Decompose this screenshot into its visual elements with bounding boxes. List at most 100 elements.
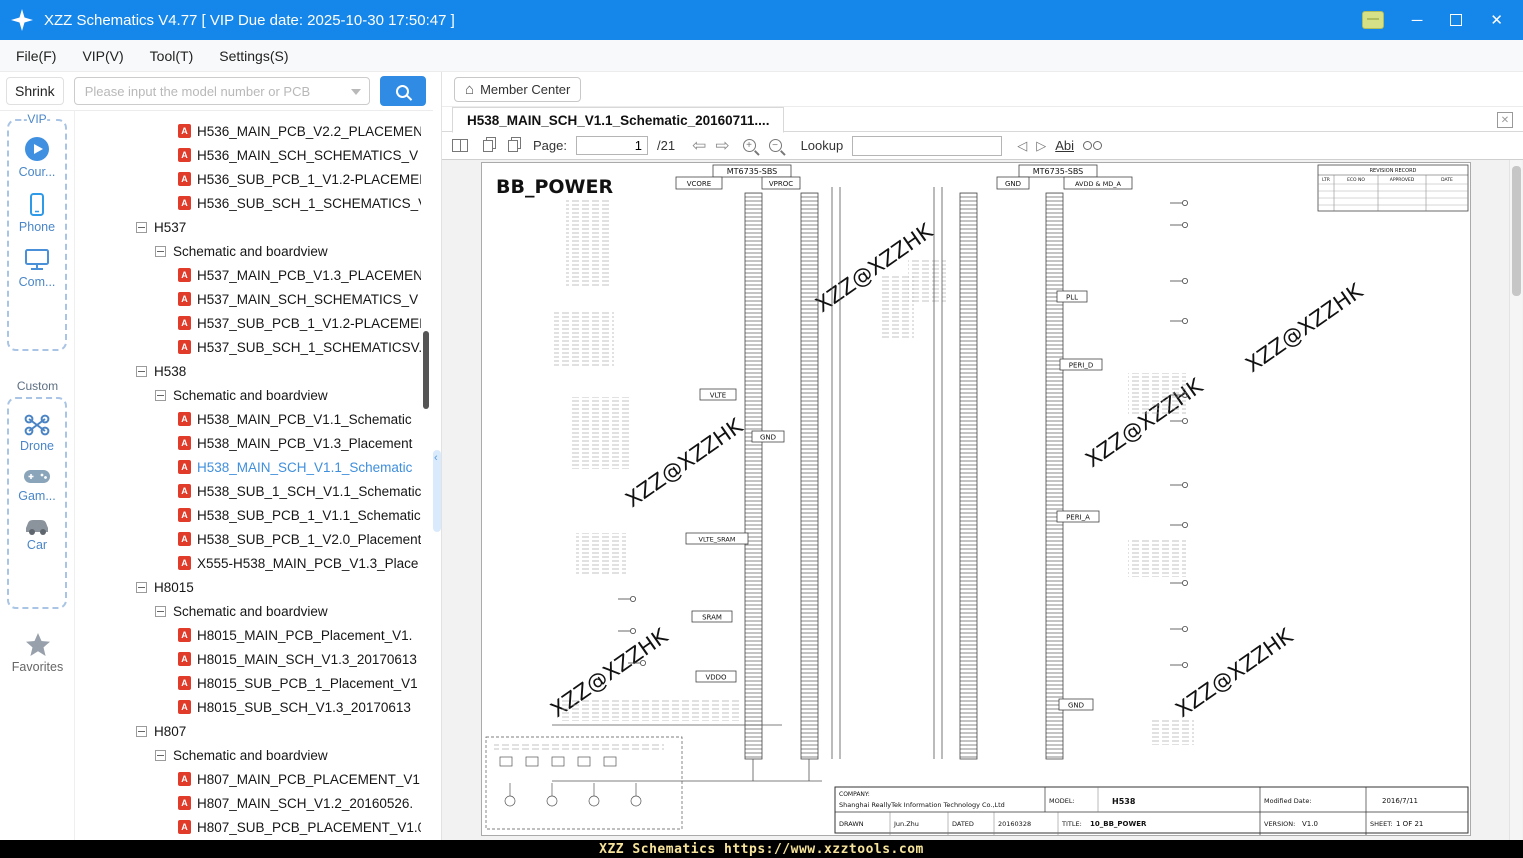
menubar: File(F) VIP(V) Tool(T) Settings(S) — [0, 40, 1523, 72]
prev-page-button[interactable]: ⇦ — [692, 137, 706, 154]
tree-item-folder[interactable]: Schematic and boardview — [75, 383, 421, 407]
tree-item-folder[interactable]: H807 — [75, 719, 421, 743]
minimize-button[interactable]: ─ — [1412, 13, 1423, 28]
match-case-toggle[interactable]: Abi — [1055, 138, 1074, 153]
member-center-button[interactable]: ⌂ Member Center — [454, 77, 581, 102]
sidebar-item-game[interactable]: Gam... — [18, 466, 56, 503]
close-document-button[interactable]: ✕ — [1497, 112, 1513, 128]
document-tab[interactable]: H538_MAIN_SCH_V1.1_Schematic_20160711...… — [452, 107, 784, 133]
lookup-input[interactable] — [852, 136, 1002, 156]
sidebar-item-course[interactable]: Cour... — [19, 135, 56, 179]
sidebar-item-phone[interactable]: Phone — [19, 192, 55, 234]
tree-item-pdf[interactable]: AH536_MAIN_SCH_SCHEMATICS_V — [75, 143, 421, 167]
statusbar-text: XZZ Schematics https://www.xzztools.com — [599, 842, 924, 857]
collapse-minus-icon[interactable] — [155, 390, 166, 401]
pdf-canvas-area[interactable]: BB_POWER XZZ@XZZHK XZZ@XZZHK XZZ@XZZHK X… — [442, 160, 1523, 840]
window-controls: ─ ✕ — [1362, 11, 1523, 29]
collapse-minus-icon[interactable] — [136, 726, 147, 737]
tree-scrollbar-thumb[interactable] — [423, 331, 429, 409]
search-icon — [396, 85, 409, 98]
viewer-scrollbar-thumb[interactable] — [1512, 166, 1521, 296]
chevron-down-icon[interactable] — [351, 89, 361, 95]
sidebar-item-car[interactable]: Car — [22, 516, 52, 552]
chevron-left-icon: ‹ — [434, 452, 438, 464]
new-document-icon[interactable] — [483, 140, 493, 152]
tree-item-pdf[interactable]: AH807_MAIN_PCB_PLACEMENT_V1 — [75, 767, 421, 791]
tree-item-pdf[interactable]: AH536_SUB_SCH_1_SCHEMATICS_V — [75, 191, 421, 215]
file-tree: AH536_MAIN_PCB_V2.2_PLACEMENAH536_MAIN_S… — [75, 119, 421, 839]
tree-item-pdf[interactable]: AH536_MAIN_PCB_V2.2_PLACEMEN — [75, 119, 421, 143]
tree-item-label: H8015_MAIN_SCH_V1.3_20170613 — [197, 652, 417, 667]
find-next-button[interactable]: ▷ — [1036, 138, 1046, 154]
tree-item-pdf[interactable]: AH538_SUB_PCB_1_V1.1_Schematic — [75, 503, 421, 527]
page-total-label: /21 — [657, 138, 675, 153]
tree-item-pdf[interactable]: AH536_SUB_PCB_1_V1.2-PLACEMEI — [75, 167, 421, 191]
menu-vip[interactable]: VIP(V) — [82, 48, 123, 64]
schematic-page[interactable]: BB_POWER XZZ@XZZHK XZZ@XZZHK XZZ@XZZHK X… — [482, 163, 1470, 835]
tree-item-pdf[interactable]: AH8015_MAIN_SCH_V1.3_20170613 — [75, 647, 421, 671]
tree-item-pdf[interactable]: AH537_MAIN_SCH_SCHEMATICS_V — [75, 287, 421, 311]
menu-settings[interactable]: Settings(S) — [219, 48, 288, 64]
tree-item-pdf[interactable]: AH537_MAIN_PCB_V1.3_PLACEMEN — [75, 263, 421, 287]
tree-item-pdf[interactable]: AH538_MAIN_PCB_V1.3_Placement — [75, 431, 421, 455]
tree-item-pdf[interactable]: AH8015_SUB_PCB_1_Placement_V1 — [75, 671, 421, 695]
search-button[interactable] — [380, 76, 426, 106]
copy-document-icon[interactable] — [508, 140, 518, 152]
collapse-minus-icon[interactable] — [155, 606, 166, 617]
tree-item-pdf[interactable]: AH807_MAIN_SCH_V1.2_20160526. — [75, 791, 421, 815]
pin-ladder — [745, 193, 762, 759]
collapse-minus-icon[interactable] — [155, 246, 166, 257]
menu-file[interactable]: File(F) — [16, 48, 56, 64]
vip-status-icon[interactable] — [1362, 11, 1384, 29]
watermark: XZZ@XZZHK — [1241, 278, 1368, 377]
sidebar-item-drone[interactable]: Drone — [20, 413, 54, 453]
next-page-button[interactable]: ⇨ — [715, 137, 729, 154]
tree-item-pdf[interactable]: AH538_MAIN_SCH_V1.1_Schematic — [75, 455, 421, 479]
tree-item-pdf[interactable]: AH538_MAIN_PCB_V1.1_Schematic — [75, 407, 421, 431]
sidebar-item-label: Car — [27, 538, 47, 552]
tree-item-label: H8015 — [154, 580, 194, 595]
shrink-button[interactable]: Shrink — [6, 77, 64, 105]
menu-tool[interactable]: Tool(T) — [150, 48, 194, 64]
collapse-minus-icon[interactable] — [136, 366, 147, 377]
page-number-input[interactable] — [576, 136, 648, 155]
home-icon: ⌂ — [465, 82, 474, 97]
maximize-button[interactable] — [1450, 14, 1462, 26]
search-input[interactable] — [74, 77, 370, 105]
sidebar-item-favorites[interactable]: Favorites — [0, 631, 75, 674]
tree-item-pdf[interactable]: AH8015_MAIN_PCB_Placement_V1. — [75, 623, 421, 647]
sidebar-item-label: Com... — [19, 275, 56, 289]
tree-item-pdf[interactable]: AX555-H538_MAIN_PCB_V1.3_Place — [75, 551, 421, 575]
find-prev-button[interactable]: ◁ — [1017, 138, 1027, 154]
tree-item-pdf[interactable]: AH537_SUB_PCB_1_V1.2-PLACEMEI — [75, 311, 421, 335]
tree-item-folder[interactable]: H538 — [75, 359, 421, 383]
tree-item-folder[interactable]: Schematic and boardview — [75, 239, 421, 263]
tree-item-folder[interactable]: Schematic and boardview — [75, 743, 421, 767]
collapse-minus-icon[interactable] — [136, 222, 147, 233]
close-button[interactable]: ✕ — [1490, 13, 1503, 28]
tree-item-pdf[interactable]: AH537_SUB_SCH_1_SCHEMATICSV... — [75, 335, 421, 359]
tree-item-pdf[interactable]: AH807_SUB_PCB_PLACEMENT_V1.0 — [75, 815, 421, 839]
binoculars-search-icon[interactable] — [1083, 141, 1102, 150]
tree-item-folder[interactable]: H537 — [75, 215, 421, 239]
panel-splitter[interactable]: ‹ — [433, 110, 441, 840]
collapse-minus-icon[interactable] — [155, 750, 166, 761]
tree-item-folder[interactable]: H8015 — [75, 575, 421, 599]
collapse-minus-icon[interactable] — [136, 582, 147, 593]
zoom-out-button[interactable]: − — [769, 139, 782, 152]
tree-item-folder[interactable]: Schematic and boardview — [75, 599, 421, 623]
tree-item-pdf[interactable]: AH538_SUB_PCB_1_V2.0_Placement — [75, 527, 421, 551]
two-page-view-icon[interactable] — [452, 139, 468, 152]
tree-item-pdf[interactable]: AH538_SUB_1_SCH_V1.1_Schematic — [75, 479, 421, 503]
tree-item-pdf[interactable]: AH8015_SUB_SCH_V1.3_20170613 — [75, 695, 421, 719]
zoom-in-button[interactable]: + — [743, 139, 756, 152]
tree-item-label: Schematic and boardview — [173, 748, 328, 763]
tree-item-label: Schematic and boardview — [173, 388, 328, 403]
sidebar-item-computer[interactable]: Com... — [19, 247, 56, 289]
tree-item-label: H538_SUB_PCB_1_V1.1_Schematic — [197, 508, 421, 523]
phone-icon — [24, 192, 50, 218]
section-label: VLTE_SRAM — [699, 536, 736, 544]
viewer-scrollbar[interactable] — [1509, 160, 1522, 840]
collapse-panel-handle[interactable]: ‹ — [433, 450, 441, 532]
car-icon — [22, 516, 52, 536]
